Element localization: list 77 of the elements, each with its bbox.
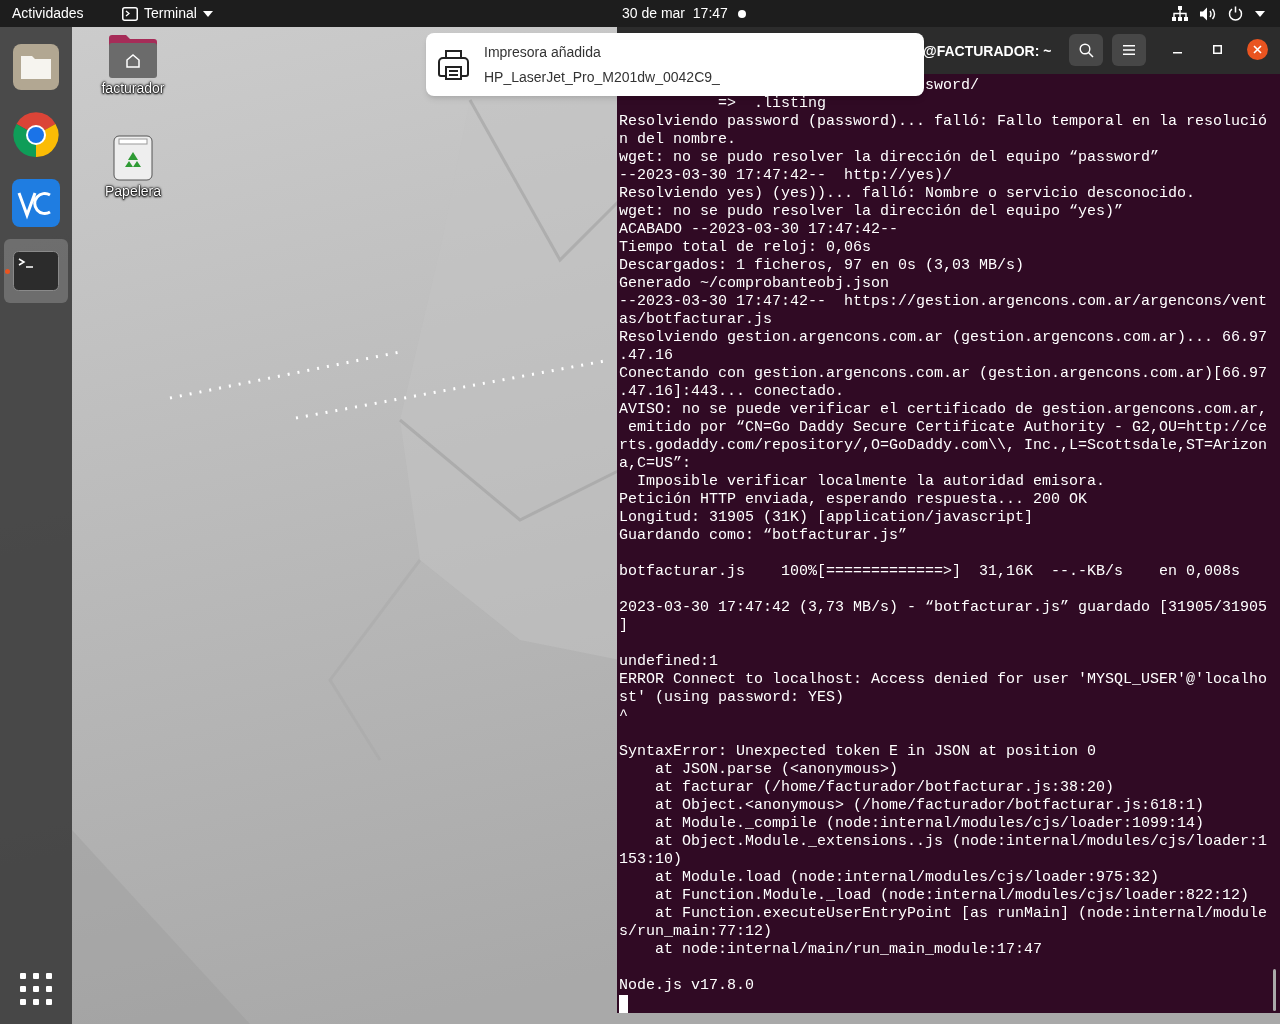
terminal-line: Longitud: 31905 (31K) [application/javascript] [619,509,1035,527]
terminal-line: rts.godaddy.com/repository/,O=GoDaddy.com\\, Inc.,L=Scottsdale,ST=Arizon [619,437,1269,455]
terminal-line: => .listing [717,95,828,113]
terminal-line: at Function.executeUserEntryPoint [as runMain] (node:internal/module [654,905,1269,923]
terminal-line: wget: no se pudo resolver la dirección del equipo “yes)” [619,203,1125,221]
terminal-line: Tiempo total de reloj: 0,06s [619,239,873,257]
clock[interactable]: 30 de mar 17:47 [622,3,728,24]
minimize-icon[interactable] [1173,52,1182,54]
terminal-line: ] [619,617,629,635]
terminal-line: at Function.Module._load (node:internal/modules/cjs/loader:822:12) [654,887,1251,905]
terminal-line: Petición HTTP enviada, esperando respuesta... 200 OK [619,491,1089,509]
terminal-line: n del nombre. [619,131,738,149]
dock-item[interactable] [4,239,68,303]
trash-icon [113,135,153,181]
menu-icon [1123,45,1135,55]
terminal-icon [122,6,138,21]
close-icon[interactable] [1247,39,1268,60]
terminal-line: ACABADO --2023-03-30 17:47:42-- [619,221,900,239]
network-icon[interactable] [1172,6,1188,21]
terminal-line: Resolviendo yes) (yes))... falló: Nombre o servicio desconocido. [619,185,1197,203]
terminal-line: st' (using password: YES) [619,689,846,707]
text-cursor [619,995,628,1013]
volume-icon[interactable] [1200,6,1216,21]
terminal-line: --2023-03-30 17:47:42-- http://yes)/ [619,167,954,185]
terminal-line: botfacturar.js 100%[=============>] 31,16K --.-KB/s en 0,008s [619,563,1242,581]
caret-icon[interactable] [1255,10,1265,17]
terminal-line: SyntaxError: Unexpected token E in JSON at position 0 [619,743,1098,761]
window-title: @FACTURADOR: ~ [923,42,1052,61]
terminal-line: Guardando como: “botfacturar.js” [619,527,909,545]
terminal-line: at JSON.parse (<anonymous>) [654,761,900,779]
terminal-line: Node.js v17.8.0 [619,977,756,995]
notification-title: Impresora añadida [484,42,602,62]
desktop-icon-label[interactable]: Papelera [104,181,161,202]
scrollbar[interactable] [1273,969,1276,1011]
terminal-line: at Object.Module._extensions..js (node:internal/modules/cjs/loader:1 [654,833,1269,851]
terminal-line: Descargados: 1 ficheros, 97 en 0s (3,03 MB/s) [619,257,1026,275]
printer-icon [438,49,469,80]
terminal-line: a,C=US”: [619,455,692,473]
app-menu[interactable]: Terminal [122,3,213,24]
browser-icon [12,111,60,159]
terminal-line: Imposible verificar localmente la autoridad emisora. [636,473,1107,491]
terminal-icon [13,251,59,291]
notification-body: HP_LaserJet_Pro_M201dw_0042C9_ [484,67,720,87]
power-icon[interactable] [1228,6,1243,21]
terminal-line: as/botfacturar.js [619,311,774,329]
terminal-line: Conectando con gestion.argencons.com.ar (gestion.argencons.com.ar)[66.97 [619,365,1269,383]
terminal-line: at facturar (/home/facturador/botfacturar.js:38:20) [654,779,1116,797]
terminal-line: undefined:1 [619,653,720,671]
terminal-line: wget: no se pudo resolver la dirección del equipo “password” [619,149,1161,167]
terminal-line: ERROR Connect to localhost: Access denied for user 'MYSQL_USER'@'localho [619,671,1269,689]
terminal-line: ^ [619,707,629,725]
terminal-line: .47.16]:443... conectado. [619,383,846,401]
caret-icon [202,10,213,17]
notification-banner[interactable]: Impresora añadida HP_LaserJet_Pro_M201dw_0042C9_ [426,33,924,96]
terminal-line: at Module._compile (node:internal/modules/cjs/loader:1099:14) [654,815,1206,833]
terminal-line: 153:10) [619,851,683,869]
terminal-line: --2023-03-30 17:47:42-- https://gestion.argencons.com.ar/argencons/vent [619,293,1269,311]
activities-button[interactable]: Actividades [12,3,112,24]
folder-icon [13,44,59,90]
terminal-line: at Object.<anonymous> (/home/facturador/botfacturar.js:618:1) [654,797,1206,815]
maximize-icon[interactable] [1213,45,1222,54]
search-button[interactable] [1069,34,1103,66]
terminal-line: 2023-03-30 17:47:42 (3,73 MB/s) - “botfacturar.js” guardado [31905/31905 [619,599,1269,617]
terminal-line: AVISO: no se puede verificar el certificado de gestion.argencons.com.ar, [619,401,1269,419]
terminal-line: emitido por “CN=Go Daddy Secure Certificate Authority - G2,OU=http://ce [627,419,1269,437]
search-icon [1078,42,1094,58]
app-grid-icon[interactable] [20,973,52,1005]
home-folder-icon [109,34,157,78]
menu-button[interactable] [1112,34,1146,66]
terminal-line: at node:internal/main/run_main_module:17:47 [654,941,1044,959]
terminal-line: .47.16 [619,347,674,365]
vnc-icon [12,179,60,227]
terminal-line: Generado ~/comprobanteobj.json [619,275,891,293]
terminal-line: Resolviendo gestion.argencons.com.ar (gestion.argencons.com.ar)... 66.97 [619,329,1269,347]
terminal-line: s/run_main:77:12) [619,923,774,941]
terminal-line: at Module.load (node:internal/modules/cjs/loader:975:32) [654,869,1161,887]
terminal-line: Resolviendo password (password)... falló: Fallo temporal en la resolució [619,113,1269,131]
